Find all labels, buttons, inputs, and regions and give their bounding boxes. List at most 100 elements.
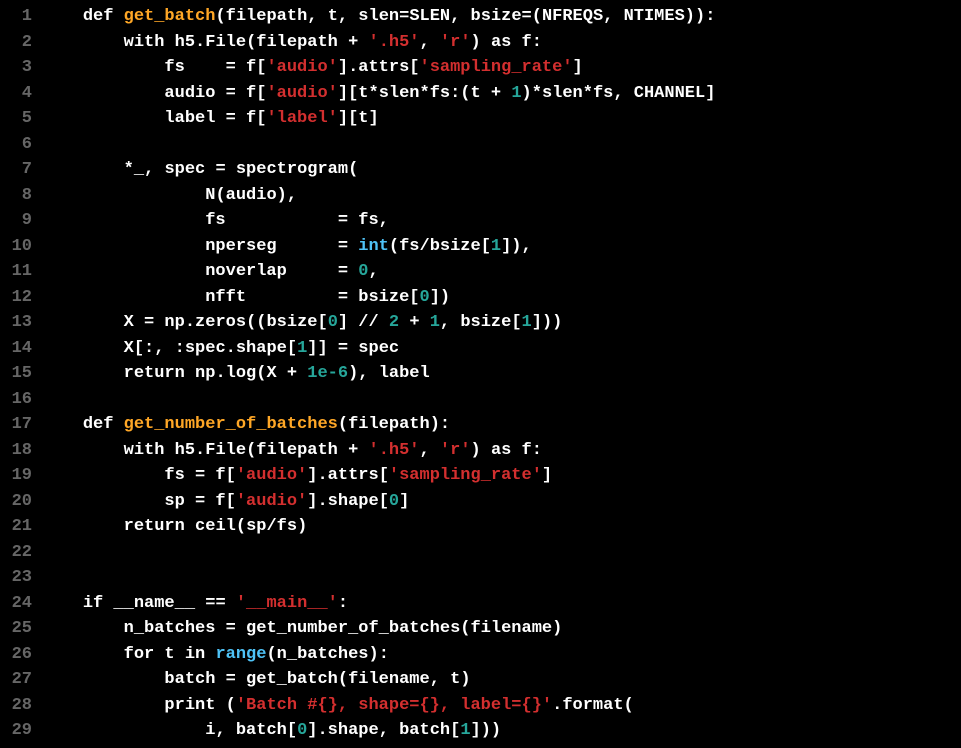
code-line[interactable]: with h5.File(filepath + '.h5', 'r') as f…	[42, 30, 715, 56]
token-punc: [	[409, 288, 419, 307]
token-id: spectrogram	[226, 160, 348, 179]
code-line[interactable]: nperseg = int(fs/bsize[1]),	[42, 234, 715, 260]
code-line[interactable]: nfft = bsize[0])	[42, 285, 715, 311]
code-line[interactable]: label = f['label'][t]	[42, 106, 715, 132]
token-id: h5	[164, 441, 195, 460]
token-punc: ,	[420, 441, 440, 460]
token-id	[42, 543, 52, 562]
code-line[interactable]: X = np.zeros((bsize[0] // 2 + 1, bsize[1…	[42, 310, 715, 336]
code-line[interactable]: *_, spec = spectrogram(	[42, 157, 715, 183]
token-op: =	[338, 339, 348, 358]
line-number: 27	[4, 667, 32, 693]
token-punc: .	[185, 313, 195, 332]
token-id	[215, 696, 225, 715]
token-id	[42, 696, 164, 715]
token-id	[42, 390, 52, 409]
token-punc: ,	[440, 313, 460, 332]
token-id	[42, 568, 52, 587]
code-line[interactable]	[42, 565, 715, 591]
token-id: attrs	[358, 58, 409, 77]
line-number: 21	[4, 514, 32, 540]
token-punc: )	[552, 619, 562, 638]
token-op: =	[338, 288, 348, 307]
line-number: 9	[4, 208, 32, 234]
token-str: '.h5'	[369, 33, 420, 52]
line-number: 23	[4, 565, 32, 591]
token-punc: [	[317, 313, 327, 332]
token-punc: ,	[307, 7, 327, 26]
code-line[interactable]: def get_batch(filepath, t, slen=SLEN, bs…	[42, 4, 715, 30]
code-line[interactable]: fs = f['audio'].attrs['sampling_rate']	[42, 463, 715, 489]
code-line[interactable]: def get_number_of_batches(filepath):	[42, 412, 715, 438]
token-punc: ,	[368, 262, 378, 281]
code-line[interactable]: with h5.File(filepath + '.h5', 'r') as f…	[42, 438, 715, 464]
token-id: bsize	[266, 313, 317, 332]
token-punc: ][	[338, 84, 358, 103]
token-id: audio	[42, 84, 226, 103]
token-id: audio	[226, 186, 277, 205]
token-id	[358, 33, 368, 52]
code-line[interactable]: sp = f['audio'].shape[0]	[42, 489, 715, 515]
code-line[interactable]: print ('Batch #{}, shape={}, label={}'.f…	[42, 693, 715, 719]
token-punc: .	[226, 339, 236, 358]
token-op: =	[226, 84, 236, 103]
code-line[interactable]: batch = get_batch(filename, t)	[42, 667, 715, 693]
token-id: n_batches	[42, 619, 226, 638]
token-num: 0	[389, 492, 399, 511]
token-punc: ),	[348, 364, 379, 383]
token-id: fs	[42, 211, 338, 230]
code-line[interactable]: i, batch[0].shape, batch[1]))	[42, 718, 715, 744]
code-area[interactable]: def get_batch(filepath, t, slen=SLEN, bs…	[42, 4, 715, 744]
token-op: +	[409, 313, 419, 332]
token-id: f	[236, 84, 256, 103]
code-line[interactable]: for t in range(n_batches):	[42, 642, 715, 668]
token-str: 'audio'	[236, 466, 307, 485]
code-line[interactable]	[42, 132, 715, 158]
token-id	[42, 364, 124, 383]
token-num: 1	[430, 313, 440, 332]
line-number: 28	[4, 693, 32, 719]
token-id: label	[379, 364, 430, 383]
code-line[interactable]: noverlap = 0,	[42, 259, 715, 285]
code-line[interactable]: fs = fs,	[42, 208, 715, 234]
line-number: 29	[4, 718, 32, 744]
token-punc: .	[215, 364, 225, 383]
code-line[interactable]: n_batches = get_number_of_batches(filena…	[42, 616, 715, 642]
token-punc: (	[338, 670, 348, 689]
code-line[interactable]	[42, 387, 715, 413]
token-op: +	[287, 364, 297, 383]
token-punc: ]	[338, 313, 358, 332]
token-num: 1	[491, 237, 501, 256]
token-punc: ,	[144, 160, 164, 179]
token-id: nfft	[42, 288, 338, 307]
code-line[interactable]: X[:, :spec.shape[1]] = spec	[42, 336, 715, 362]
token-id	[42, 7, 83, 26]
token-punc: [	[450, 721, 460, 740]
code-line[interactable]: fs = f['audio'].attrs['sampling_rate']	[42, 55, 715, 81]
token-punc: (	[389, 237, 399, 256]
token-id: NFREQS	[542, 7, 603, 26]
token-punc: ,	[215, 721, 235, 740]
code-line[interactable]: return ceil(sp/fs)	[42, 514, 715, 540]
token-punc: [	[379, 492, 389, 511]
token-punc: )	[297, 517, 307, 536]
token-id: np	[154, 313, 185, 332]
token-punc: [	[409, 58, 419, 77]
token-id: fs	[42, 58, 226, 77]
line-number: 7	[4, 157, 32, 183]
token-punc: (	[226, 696, 236, 715]
token-kw: if	[83, 594, 103, 613]
code-line[interactable]: N(audio),	[42, 183, 715, 209]
token-id: label	[42, 109, 226, 128]
token-id: File	[205, 441, 246, 460]
token-op: =	[226, 58, 236, 77]
token-op: =	[226, 619, 236, 638]
token-id	[297, 364, 307, 383]
token-id: shape	[328, 492, 379, 511]
code-line[interactable]	[42, 540, 715, 566]
token-kw: def	[83, 415, 114, 434]
token-id: format	[562, 696, 623, 715]
code-line[interactable]: if __name__ == '__main__':	[42, 591, 715, 617]
code-line[interactable]: return np.log(X + 1e-6), label	[42, 361, 715, 387]
code-line[interactable]: audio = f['audio'][t*slen*fs:(t + 1)*sle…	[42, 81, 715, 107]
